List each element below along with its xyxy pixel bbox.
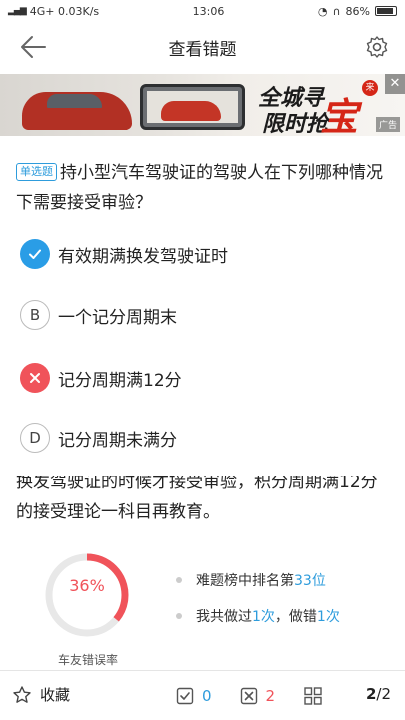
option-b-text: 一个记分周期末 [58,307,177,328]
status-bar: ▂▄▆ 4G+ 0.03K/s 13:06 ◔ ∩ 86% [0,0,405,22]
option-c-text: 记分周期满12分 [58,370,182,391]
battery-percent: 86% [345,4,370,18]
question-type-tag: 单选题 [16,163,57,181]
back-arrow-icon[interactable] [18,33,48,61]
star-icon [13,685,31,703]
correct-count: 0 [202,687,212,705]
page-title: 查看错题 [168,39,237,60]
wrong-count-value: 2 [265,687,276,705]
ad-label: 广告 [375,117,400,132]
question-text: 单选题 持小型汽车驾驶证的驾驶人在下列哪种情况下需要接受审验？ [16,158,386,218]
option-b-key: B [20,300,50,330]
phone-image [140,84,245,130]
navigation-bar: 查看错题 [0,22,405,72]
bottom-toolbar: 收藏 0 2 2/2 [0,670,405,720]
favorite-button[interactable]: 收藏 [12,684,70,705]
headphone-icon: ∩ [332,4,341,18]
rank-prefix: 难题榜中排名第 [196,573,294,589]
ad-headline-2: 限时抢 [262,111,329,136]
favorite-label: 收藏 [40,686,71,704]
option-d[interactable]: D 记分周期未满分 [20,422,177,454]
error-rate-ring [45,553,129,637]
check-icon [20,239,50,269]
cross-icon [20,363,50,393]
option-a-text: 有效期满换发驾驶证时 [58,246,228,267]
option-b[interactable]: B 一个记分周期末 [20,299,177,331]
alarm-icon: ◔ [317,4,328,18]
option-d-text: 记分周期未满分 [58,430,177,451]
carrier-text: 4G+ 0.03K/s [29,4,100,18]
status-time: 13:06 [192,4,225,18]
option-a[interactable]: 有效期满换发驾驶证时 [20,238,228,270]
wrong-count-button[interactable]: 2 [240,687,276,705]
correct-count-button[interactable]: 0 [176,687,212,705]
checkbox-check-icon [176,687,194,705]
grid-icon [304,687,322,705]
wrong-prefix: ，做错 [274,609,317,625]
car-image [22,92,132,130]
gear-icon[interactable] [365,35,389,59]
done-prefix: 我共做过 [196,609,252,625]
rank-stat: 难题榜中排名第 33位 [176,570,326,590]
question-body: 持小型汽车驾驶证的驾驶人在下列哪种情况下需要接受审验？ [16,163,383,213]
checkbox-cross-icon [240,687,257,705]
signal-icon: ▂▄▆ [8,6,27,16]
error-rate-value: 36% [69,576,105,595]
error-rate-caption: 车友错误率 [57,653,118,667]
explanation-text: 换发驾驶证的时候才接受审验，积分周期满12分的接受理论一科目再教育。 [16,476,391,534]
page-current: 2 [365,685,377,703]
done-count: 1次 [252,609,275,625]
grid-button[interactable] [303,686,331,706]
wrong-count: 1次 [316,609,340,625]
battery-icon [374,6,397,16]
explanation-body: 换发驾驶证的时候才接受审验，积分周期满12分的接受理论一科目再教育。 [16,476,378,522]
option-d-key: D [20,423,50,453]
ad-badge: 来 [362,80,378,96]
option-c[interactable]: 记分周期满12分 [20,362,182,394]
page-indicator: 2/2 [366,685,391,703]
bullet-dot [176,613,182,619]
bullet-dot [176,577,182,583]
close-icon[interactable]: ✕ [385,74,405,94]
page-total: /2 [376,685,391,703]
rank-value: 33位 [294,573,326,589]
attempts-stat: 我共做过 1次 ，做错 1次 [176,606,340,626]
ad-highlight: 宝 [320,94,359,136]
ad-banner[interactable]: 全城寻 限时抢 宝 来 ✕ 广告 [0,74,405,136]
